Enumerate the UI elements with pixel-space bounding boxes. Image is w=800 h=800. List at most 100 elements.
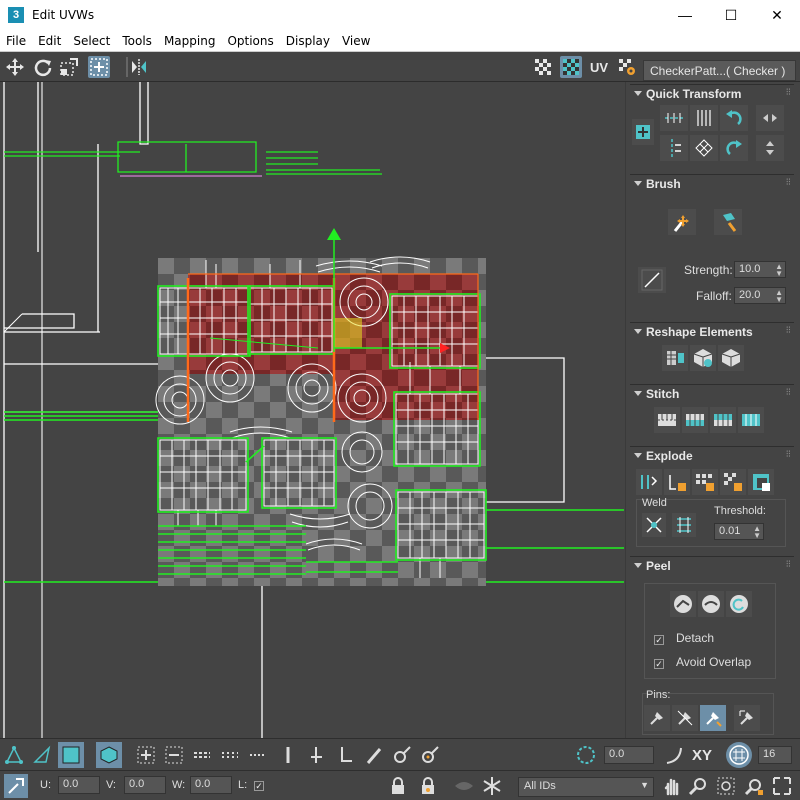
pan-hand-icon[interactable] <box>660 774 684 798</box>
rotate-value-spinner[interactable]: 0.0 <box>604 746 654 764</box>
minimize-button[interactable]: — <box>662 0 708 30</box>
grip-icon[interactable]: ⁝⁝ <box>786 449 791 460</box>
grip-icon[interactable]: ⁝⁝ <box>786 87 791 98</box>
relax-until-flat-icon[interactable] <box>690 345 716 371</box>
edge-mode-icon[interactable] <box>30 743 54 767</box>
checker-on-icon[interactable] <box>560 56 582 78</box>
detach-edge-icon[interactable] <box>664 469 690 495</box>
grip-icon[interactable]: ⁝⁝ <box>786 325 791 336</box>
l-checkbox[interactable]: ✓ <box>254 781 264 791</box>
menu-view[interactable]: View <box>336 34 376 48</box>
strength-spinner[interactable]: 10.0 ▲ ▼ <box>734 261 786 278</box>
paint-move-icon[interactable] <box>668 209 696 235</box>
align-vertical-icon[interactable] <box>690 105 718 131</box>
rotate-cw-icon[interactable] <box>720 135 748 161</box>
uv-canvas[interactable] <box>0 82 624 738</box>
uv-mode-toggle[interactable]: UV <box>588 56 610 78</box>
grid-snap-icon[interactable] <box>726 742 752 768</box>
uv-viewport[interactable] <box>0 82 624 738</box>
stitch-title[interactable]: Stitch <box>630 385 794 403</box>
close-button[interactable]: ✕ <box>754 0 800 30</box>
u-spinner[interactable]: 0.0 <box>58 776 100 794</box>
menu-tools[interactable]: Tools <box>116 34 158 48</box>
stitch-custom-icon[interactable] <box>654 407 680 433</box>
zoom-icon[interactable] <box>686 774 710 798</box>
grow-selection-icon[interactable] <box>134 743 158 767</box>
menu-edit[interactable]: Edit <box>32 34 67 48</box>
v-spinner[interactable]: 0.0 <box>124 776 166 794</box>
ring-grow-icon[interactable] <box>246 743 270 767</box>
quick-transform-title[interactable]: Quick Transform <box>630 85 794 103</box>
stitch-to-average-icon[interactable] <box>710 407 736 433</box>
rotate-ccw-icon[interactable] <box>720 105 748 131</box>
space-vertical-icon[interactable] <box>756 135 784 161</box>
unpin-icon[interactable] <box>672 705 698 731</box>
move-icon[interactable] <box>4 56 26 78</box>
threshold-spinner[interactable]: 0.01 ▲ ▼ <box>714 523 764 540</box>
menu-mapping[interactable]: Mapping <box>158 34 222 48</box>
quick-peel-icon[interactable] <box>670 591 696 617</box>
flatten-by-polygon-icon[interactable] <box>692 469 718 495</box>
absolute-rotate-icon[interactable] <box>574 743 598 767</box>
lock-selected-icon[interactable] <box>416 774 440 798</box>
falloff-spinner[interactable]: 20.0 ▲ ▼ <box>734 287 786 304</box>
menu-display[interactable]: Display <box>280 34 336 48</box>
element-mode-icon[interactable] <box>96 742 122 768</box>
grip-icon[interactable]: ⁝⁝ <box>786 177 791 188</box>
grip-icon[interactable]: ⁝⁝ <box>786 559 791 570</box>
reset-peel-icon[interactable] <box>726 591 752 617</box>
maximize-button[interactable]: ☐ <box>708 0 754 30</box>
menu-file[interactable]: File <box>0 34 32 48</box>
align-grid-icon[interactable] <box>690 135 718 161</box>
grid-value-spinner[interactable]: 16 <box>758 746 792 764</box>
pin-icon[interactable] <box>644 705 670 731</box>
peel-title[interactable]: Peel <box>630 557 794 575</box>
paint-grow-icon[interactable] <box>390 743 414 767</box>
select-pins-icon[interactable] <box>734 705 760 731</box>
offset-curve-icon[interactable] <box>662 743 686 767</box>
brush-title[interactable]: Brush <box>630 175 794 193</box>
menu-options[interactable]: Options <box>221 34 279 48</box>
loop-shrink-icon[interactable] <box>218 743 242 767</box>
paint-shrink-icon[interactable] <box>418 743 442 767</box>
zoom-extents-selected-icon[interactable] <box>770 774 794 798</box>
polygon-mode-icon[interactable] <box>58 742 84 768</box>
brush-falloff-icon[interactable] <box>638 267 666 293</box>
relax-brush-icon[interactable] <box>714 209 742 235</box>
freeze-icon[interactable] <box>480 774 504 798</box>
shrink-selection-icon[interactable] <box>162 743 186 767</box>
w-spinner[interactable]: 0.0 <box>190 776 232 794</box>
flatten-by-smoothing-icon[interactable] <box>720 469 746 495</box>
loop-grow-icon[interactable] <box>190 743 214 767</box>
weld-selected-icon[interactable] <box>672 513 696 537</box>
avoid-overlap-checkbox[interactable]: ✓ <box>654 659 664 669</box>
unfold-cube-icon[interactable] <box>718 345 744 371</box>
paint-select-icon[interactable] <box>362 743 386 767</box>
ids-dropdown[interactable]: All IDs ▼ <box>518 777 654 797</box>
mirror-icon[interactable] <box>128 56 150 78</box>
break-icon[interactable] <box>636 469 662 495</box>
texture-dropdown[interactable]: CheckerPatt...( Checker ) <box>643 60 796 81</box>
grip-icon[interactable]: ⁝⁝ <box>786 387 791 398</box>
reshape-title[interactable]: Reshape Elements <box>630 323 794 341</box>
zoom-extents-icon[interactable] <box>742 774 766 798</box>
checker-off-icon[interactable] <box>532 56 554 78</box>
auto-pin-icon[interactable] <box>700 705 726 731</box>
detach-checkbox[interactable]: ✓ <box>654 635 664 645</box>
vertex-mode-icon[interactable] <box>2 743 26 767</box>
explode-title[interactable]: Explode <box>630 447 794 465</box>
freeform-icon[interactable] <box>88 56 110 78</box>
straighten-icon[interactable] <box>662 345 688 371</box>
peel-mode-icon[interactable] <box>698 591 724 617</box>
lock-icon[interactable] <box>386 774 410 798</box>
transform-mode-icon[interactable] <box>4 774 28 798</box>
align-horizontal-icon[interactable] <box>660 105 688 131</box>
menu-select[interactable]: Select <box>67 34 116 48</box>
flatten-by-material-icon[interactable] <box>748 469 774 495</box>
xy-toggle[interactable]: XY <box>690 743 714 767</box>
ring-select-icon[interactable] <box>276 743 300 767</box>
zoom-region-icon[interactable] <box>714 774 738 798</box>
hide-icon[interactable] <box>452 774 476 798</box>
loop-select-icon[interactable] <box>306 743 330 767</box>
align-to-edge-icon[interactable] <box>660 135 688 161</box>
